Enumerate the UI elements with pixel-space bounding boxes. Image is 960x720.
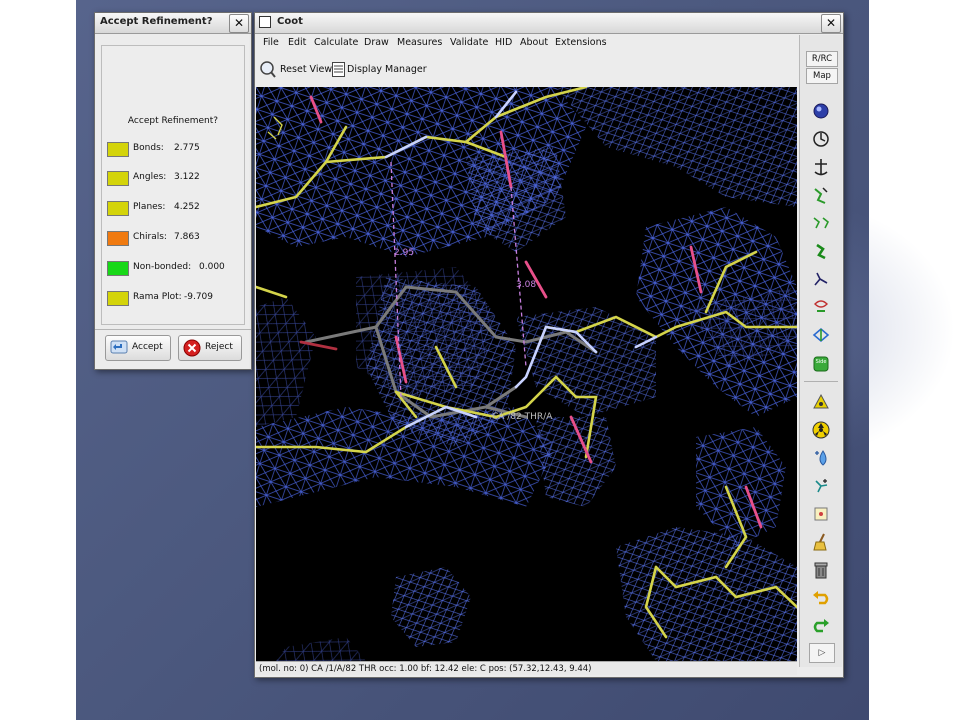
metric-swatch xyxy=(107,171,129,186)
anchor-icon[interactable] xyxy=(809,156,833,178)
display-manager-label: Display Manager xyxy=(347,64,427,75)
rrc-tab[interactable]: R/RC xyxy=(806,51,838,67)
reject-label: Reject xyxy=(205,342,233,352)
distance-label-1: 2.95 xyxy=(394,248,414,258)
window-title: Coot xyxy=(277,16,303,27)
metric-value: 2.775 xyxy=(174,143,200,153)
distance-label-2: 3.08 xyxy=(516,280,536,290)
menu-draw[interactable]: Draw xyxy=(364,37,389,48)
metric-label: Chirals: xyxy=(133,232,167,242)
metric-label: Planes: xyxy=(133,202,166,212)
map-tab[interactable]: Map xyxy=(806,68,838,84)
metric-value: 3.122 xyxy=(174,172,200,182)
menu-calculate[interactable]: Calculate xyxy=(314,37,358,48)
redo-icon[interactable] xyxy=(809,615,833,637)
close-icon: ✕ xyxy=(233,16,245,30)
menu-measures[interactable]: Measures xyxy=(397,37,442,48)
mutate-icon[interactable] xyxy=(809,296,833,318)
menu-extensions[interactable]: Extensions xyxy=(555,37,607,48)
close-button[interactable]: ✕ xyxy=(821,14,841,33)
display-manager-button[interactable]: Display Manager xyxy=(332,60,427,80)
toolbar: Reset View Display Manager xyxy=(255,55,797,85)
map-sphere-icon[interactable] xyxy=(809,100,833,122)
reject-button[interactable]: Reject xyxy=(178,335,242,361)
metric-swatch xyxy=(107,142,129,157)
rotate-icon[interactable] xyxy=(809,128,833,150)
flip-peptide-icon[interactable] xyxy=(809,212,833,234)
accept-label: Accept xyxy=(132,342,163,352)
metric-swatch xyxy=(107,291,129,306)
svg-text:Side: Side xyxy=(816,359,827,365)
molecular-graphics-canvas[interactable]: 2.95 3.08 CA /82 THR/A xyxy=(256,87,797,661)
magnifier-icon xyxy=(260,61,276,78)
window-title: Accept Refinement? xyxy=(100,16,213,27)
coot-titlebar[interactable]: Coot ✕ xyxy=(255,13,843,34)
expand-toolbar-button[interactable]: ▷ xyxy=(809,643,835,663)
pointer-atom-icon[interactable] xyxy=(809,503,833,525)
undo-icon[interactable] xyxy=(809,587,833,609)
reject-icon xyxy=(183,339,201,357)
add-residue-icon[interactable] xyxy=(809,240,833,262)
side-chain-icon[interactable]: Side xyxy=(809,352,833,374)
metric-value: -9.709 xyxy=(184,292,214,302)
metric-swatch xyxy=(107,261,129,276)
accept-refinement-titlebar[interactable]: Accept Refinement? ✕ xyxy=(95,13,251,34)
density-map-render: 2.95 3.08 CA /82 THR/A xyxy=(256,87,797,661)
close-icon: ✕ xyxy=(825,16,837,30)
clear-icon[interactable] xyxy=(809,531,833,553)
metric-value: 0.000 xyxy=(199,262,225,272)
delete-icon[interactable] xyxy=(809,559,833,581)
accept-button[interactable]: Accept xyxy=(105,335,171,361)
metric-label: Angles: xyxy=(133,172,167,182)
menubar: File Edit Calculate Draw Measures Valida… xyxy=(255,34,843,52)
coot-window: Coot ✕ File Edit Calculate Draw Measures… xyxy=(254,12,844,678)
menu-edit[interactable]: Edit xyxy=(288,37,306,48)
menu-validate[interactable]: Validate xyxy=(450,37,488,48)
display-manager-icon xyxy=(332,62,345,77)
reset-view-button[interactable]: Reset View xyxy=(259,60,333,80)
metric-value: 7.863 xyxy=(174,232,200,242)
dialog-separator xyxy=(95,329,251,330)
metric-swatch xyxy=(107,201,129,216)
metric-swatch xyxy=(107,231,129,246)
side-toolbar: R/RC Map Side ▷ xyxy=(799,35,842,667)
metric-label: Rama Plot: xyxy=(133,292,182,302)
menu-file[interactable]: File xyxy=(263,37,279,48)
dialog-heading: Accept Refinement? xyxy=(127,116,219,126)
rigid-body-icon[interactable] xyxy=(809,324,833,346)
torsion-icon[interactable] xyxy=(809,268,833,290)
metric-label: Non-bonded: xyxy=(133,262,192,272)
accept-refinement-window: Accept Refinement? ✕ Accept Refinement? … xyxy=(94,12,252,370)
side-separator xyxy=(804,381,838,382)
status-bar: (mol. no: 0) CA /1/A/82 THR occ: 1.00 bf… xyxy=(256,661,797,675)
menu-hid[interactable]: HID xyxy=(495,37,512,48)
refinement-summary-frame: Accept Refinement? Bonds: 2.775 Angles: … xyxy=(101,45,245,325)
play-arrow-icon: ▷ xyxy=(818,648,826,658)
rotate-bond-icon[interactable] xyxy=(809,184,833,206)
atom-label: CA /82 THR/A xyxy=(492,412,553,422)
water-icon[interactable] xyxy=(809,447,833,469)
metric-value: 4.252 xyxy=(174,202,200,212)
close-button[interactable]: ✕ xyxy=(229,14,249,33)
radiation-icon[interactable] xyxy=(809,419,833,441)
reset-view-label: Reset View xyxy=(280,64,333,75)
metric-label: Bonds: xyxy=(133,143,164,153)
accept-arrow-icon xyxy=(110,340,128,354)
add-terminal-icon[interactable] xyxy=(809,475,833,497)
add-atom-icon[interactable] xyxy=(809,391,833,413)
menu-about[interactable]: About xyxy=(520,37,548,48)
window-menu-icon[interactable] xyxy=(259,16,271,28)
